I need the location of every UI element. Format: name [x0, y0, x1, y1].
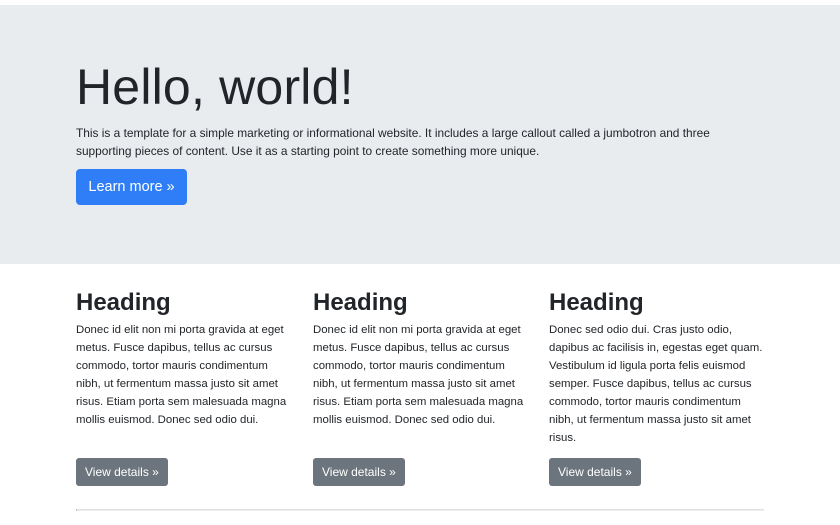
jumbotron: Hello, world! This is a template for a s…: [0, 5, 840, 264]
learn-more-button[interactable]: Learn more »: [76, 169, 187, 205]
column-2: Heading Donec id elit non mi porta gravi…: [313, 288, 529, 486]
column-heading: Heading: [549, 289, 644, 316]
column-heading: Heading: [76, 289, 171, 316]
view-details-button[interactable]: View details »: [549, 458, 641, 486]
column-body: Donec sed odio dui. Cras justo odio, dap…: [549, 324, 763, 444]
column-body: Donec id elit non mi porta gravida at eg…: [313, 324, 524, 426]
column-3: Heading Donec sed odio dui. Cras justo o…: [549, 288, 765, 486]
column-1: Heading Donec id elit non mi porta gravi…: [76, 288, 292, 486]
jumbotron-title: Hello, world!: [76, 59, 354, 115]
footer-divider: [76, 509, 764, 511]
view-details-button[interactable]: View details »: [76, 458, 168, 486]
column-body: Donec id elit non mi porta gravida at eg…: [76, 324, 287, 426]
column-heading: Heading: [313, 289, 408, 316]
view-details-button[interactable]: View details »: [313, 458, 405, 486]
jumbotron-lead: This is a template for a simple marketin…: [76, 126, 710, 158]
